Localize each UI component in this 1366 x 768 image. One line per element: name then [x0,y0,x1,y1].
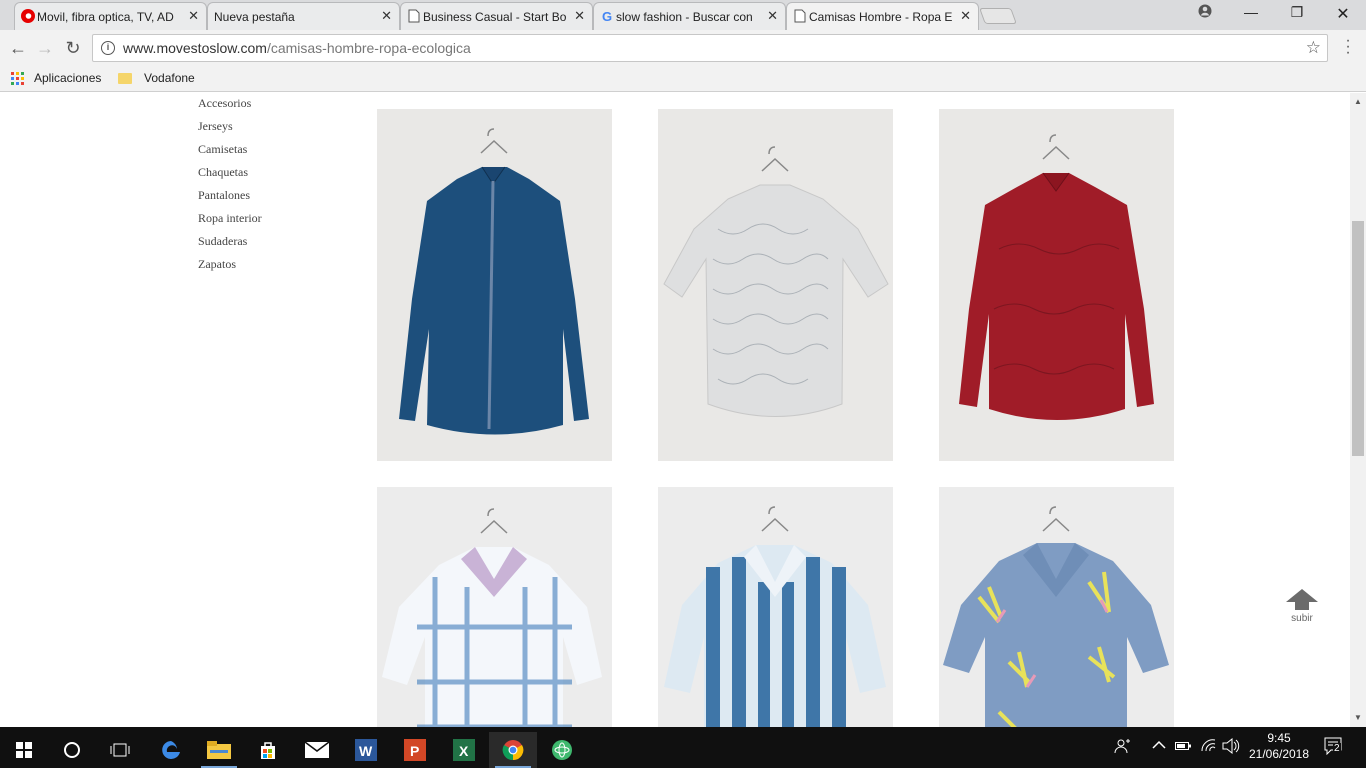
product-image-red-shirt[interactable] [939,109,1174,461]
cortana-search-icon[interactable] [48,732,96,768]
tab-title: Nueva pestaña [214,9,295,24]
task-view-icon[interactable] [96,732,144,768]
svg-text:P: P [410,743,419,759]
info-icon[interactable]: i [101,41,115,55]
close-icon[interactable]: ✕ [767,9,778,23]
page-icon [793,9,807,23]
scroll-thumb[interactable] [1352,221,1364,456]
minimize-icon[interactable]: — [1231,4,1271,20]
google-icon: G [601,8,613,24]
windows-start-icon[interactable] [0,732,48,768]
bookmark-star-icon[interactable]: ☆ [1306,38,1321,58]
svg-text:X: X [459,743,469,759]
back-to-top-button[interactable]: subir [1284,588,1320,624]
store-icon[interactable] [244,732,292,768]
product-image-floral-blue-shirt[interactable] [939,487,1174,727]
scroll-up-icon[interactable]: ▲ [1354,97,1362,106]
mail-icon[interactable] [293,732,341,768]
category-link[interactable]: Zapatos [198,257,262,280]
taskbar: W P X 9:45 21/06/2018 2 [0,727,1366,768]
battery-icon[interactable] [1175,740,1191,754]
browser-toolbar: ← → ↻ i www.movestoslow.com/camisas-homb… [0,30,1366,66]
apps-grid-icon [11,71,24,85]
menu-icon[interactable]: · · · [1342,33,1354,61]
bookmark-vodafone[interactable]: Vodafone [118,71,195,85]
tab-title: Movil, fibra optica, TV, AD [37,9,174,24]
tab-business-casual[interactable]: Business Casual - Start Bo ✕ [400,2,593,30]
category-link[interactable]: Chaquetas [198,165,262,188]
bookmark-label: Aplicaciones [34,71,102,85]
back-icon[interactable]: ← [7,37,29,59]
close-window-icon[interactable]: ✕ [1323,4,1363,24]
product-image-tie-dye-check-shirt[interactable] [377,487,612,727]
category-link[interactable]: Accesorios [198,96,262,119]
close-icon[interactable]: ✕ [188,9,199,23]
close-icon[interactable]: ✕ [960,9,971,23]
clock-date: 21/06/2018 [1248,747,1310,761]
volume-icon[interactable] [1222,737,1240,757]
action-center-icon[interactable]: 2 [1324,737,1344,758]
atom-app-icon[interactable] [538,732,586,768]
chevron-up-icon[interactable] [1152,739,1166,753]
file-explorer-icon[interactable] [195,732,243,768]
url-path: /camisas-hombre-ropa-ecologica [266,40,471,56]
profile-icon[interactable] [1185,4,1225,21]
vodafone-icon [21,9,35,23]
product-image-navy-shirt[interactable] [377,109,612,461]
category-link[interactable]: Jerseys [198,119,262,142]
product-image-white-print-shirt[interactable] [658,109,893,461]
chrome-icon[interactable] [489,732,537,768]
bookmark-label: Vodafone [144,71,195,85]
category-list: Accesorios Jerseys Camisetas Chaquetas P… [198,96,262,280]
tab-title: Business Casual - Start Bo [423,9,566,24]
powerpoint-icon[interactable]: P [391,732,439,768]
tab-camisas-hombre[interactable]: Camisas Hombre - Ropa E ✕ [786,2,979,30]
new-tab-button[interactable] [979,8,1017,24]
category-link[interactable]: Ropa interior [198,211,262,234]
forward-icon[interactable]: → [34,37,56,59]
edge-icon[interactable] [147,732,195,768]
tab-title: slow fashion - Buscar con [616,9,753,24]
scroll-down-icon[interactable]: ▼ [1354,713,1362,722]
page-content: Accesorios Jerseys Camisetas Chaquetas P… [0,93,1350,727]
page-icon [407,9,421,23]
restore-icon[interactable]: ❐ [1277,4,1317,21]
clock-time: 9:45 [1267,731,1291,745]
back-to-top-label: subir [1291,613,1313,624]
svg-text:W: W [359,743,373,759]
reload-icon[interactable]: ↻ [62,37,84,59]
tab-title: Camisas Hombre - Ropa E [809,9,952,24]
clock[interactable]: 9:45 21/06/2018 [1248,731,1310,761]
category-link[interactable]: Pantalones [198,188,262,211]
bookmarks-bar: Aplicaciones Vodafone [0,66,1366,92]
close-icon[interactable]: ✕ [381,9,392,23]
tab-vodafone[interactable]: Movil, fibra optica, TV, AD ✕ [14,2,207,30]
word-icon[interactable]: W [342,732,390,768]
excel-icon[interactable]: X [440,732,488,768]
product-image-blue-stripe-shirt[interactable] [658,487,893,727]
url-domain: www.movestoslow.com [123,40,267,56]
tab-google-search[interactable]: G slow fashion - Buscar con ✕ [593,2,786,30]
folder-icon [118,72,132,84]
close-icon[interactable]: ✕ [574,9,585,23]
address-bar[interactable]: i www.movestoslow.com/camisas-hombre-rop… [92,34,1328,62]
notification-count: 2 [1333,743,1341,754]
category-link[interactable]: Camisetas [198,142,262,165]
page-scrollbar[interactable]: ▲ ▼ [1350,93,1366,727]
tab-strip: Movil, fibra optica, TV, AD ✕ Nueva pest… [0,0,1366,30]
people-icon[interactable] [1114,737,1132,758]
category-link[interactable]: Sudaderas [198,234,262,257]
arrow-up-icon [1286,589,1318,610]
bookmark-apps[interactable]: Aplicaciones [11,71,101,85]
tab-new[interactable]: Nueva pestaña ✕ [207,2,400,30]
wifi-icon[interactable] [1200,738,1216,755]
